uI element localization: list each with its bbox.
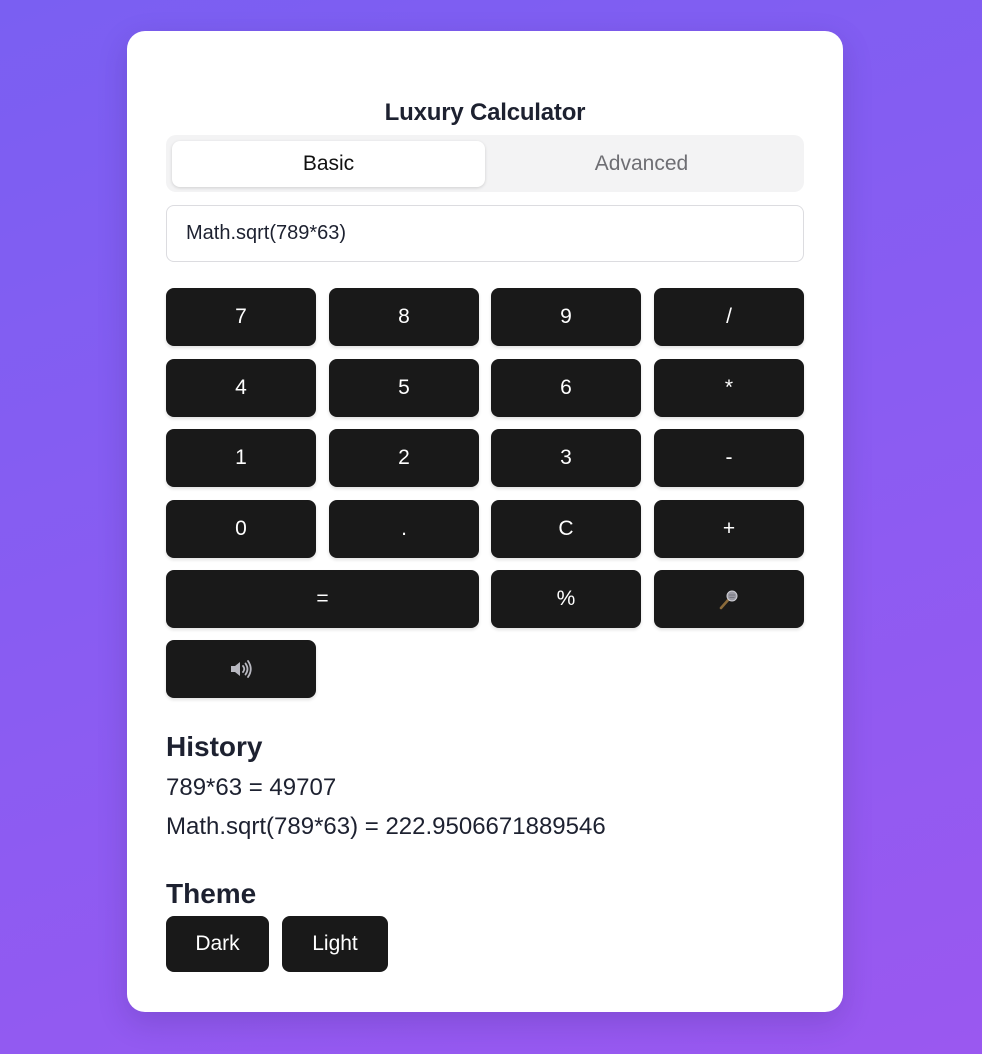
history-entry: 789*63 = 49707 — [166, 774, 337, 801]
speaker-icon — [228, 657, 254, 681]
key-2[interactable]: 2 — [329, 429, 479, 487]
key-3[interactable]: 3 — [491, 429, 641, 487]
history-heading: History — [166, 731, 263, 762]
speak-result-button[interactable] — [166, 640, 316, 698]
app-title: Luxury Calculator — [384, 99, 586, 126]
key-equals[interactable]: = — [166, 570, 479, 628]
key-1[interactable]: 1 — [166, 429, 316, 487]
key-decimal[interactable]: . — [329, 500, 479, 558]
light-theme-button[interactable]: Light — [282, 916, 388, 972]
expression-input[interactable] — [166, 205, 804, 262]
key-5[interactable]: 5 — [329, 359, 479, 417]
key-4[interactable]: 4 — [166, 359, 316, 417]
theme-heading: Theme — [166, 878, 257, 909]
key-7[interactable]: 7 — [166, 288, 316, 346]
key-plus[interactable]: + — [654, 500, 804, 558]
key-9[interactable]: 9 — [491, 288, 641, 346]
key-multiply[interactable]: * — [654, 359, 804, 417]
key-6[interactable]: 6 — [491, 359, 641, 417]
key-percent[interactable]: % — [491, 570, 641, 628]
history-entry: Math.sqrt(789*63) = 222.9506671889546 — [166, 813, 606, 840]
dark-theme-button[interactable]: Dark — [166, 916, 269, 972]
tab-basic[interactable]: Basic — [172, 141, 485, 187]
key-8[interactable]: 8 — [329, 288, 479, 346]
key-0[interactable]: 0 — [166, 500, 316, 558]
microphone-icon — [717, 587, 741, 611]
mode-tabs: Basic Advanced — [166, 135, 804, 192]
key-clear[interactable]: C — [491, 500, 641, 558]
key-divide[interactable]: / — [654, 288, 804, 346]
calculator-card: Luxury Calculator Basic Advanced 7 8 9 /… — [127, 31, 843, 1012]
key-minus[interactable]: - — [654, 429, 804, 487]
voice-input-button[interactable] — [654, 570, 804, 628]
tab-advanced[interactable]: Advanced — [485, 141, 798, 187]
